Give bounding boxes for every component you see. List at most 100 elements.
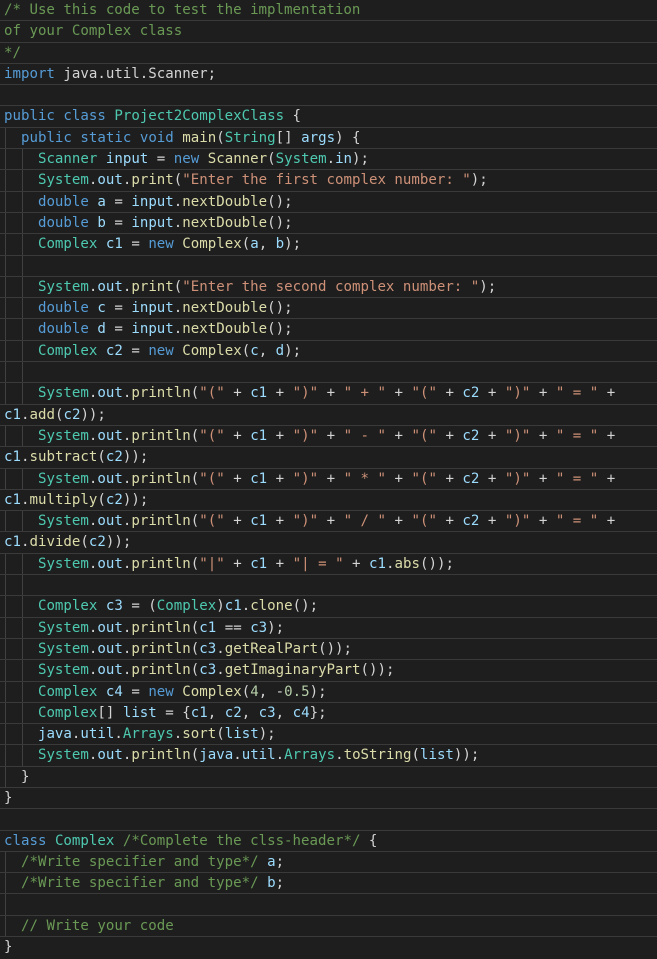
code-token-var: out bbox=[97, 513, 123, 530]
indent-guide bbox=[22, 575, 24, 596]
code-line[interactable]: import java.util.Scanner; bbox=[0, 64, 657, 86]
code-line[interactable]: System.out.println("(" + c1 + ")" + " * … bbox=[0, 468, 657, 490]
code-line[interactable]: } bbox=[0, 937, 657, 958]
code-line[interactable]: of your Complex class bbox=[0, 21, 657, 43]
code-token-func: Complex bbox=[182, 683, 242, 700]
code-line[interactable]: c1.subtract(c2)); bbox=[0, 447, 657, 469]
code-token-string: " + " bbox=[343, 385, 387, 402]
code-token-plain: . bbox=[326, 151, 336, 168]
code-token-plain: . bbox=[216, 662, 225, 679]
code-line[interactable]: System.out.println(java.util.Arrays.toSt… bbox=[0, 745, 657, 767]
code-line[interactable]: /*Write specifier and type*/ a; bbox=[0, 851, 657, 874]
indent-guide bbox=[5, 702, 6, 724]
indent-guide bbox=[22, 617, 24, 638]
code-token-type: Complex bbox=[37, 598, 98, 615]
code-token-var: c1 bbox=[199, 619, 217, 636]
code-line[interactable]: public static void main(String[] args) { bbox=[0, 127, 657, 150]
code-line[interactable]: } bbox=[0, 788, 657, 810]
code-line[interactable]: /* Use this code to test the implmentati… bbox=[0, 0, 657, 22]
code-token-var: c1 bbox=[4, 491, 21, 508]
code-token-plain: + bbox=[224, 555, 251, 572]
code-token-keyword: public bbox=[20, 129, 72, 146]
code-token-plain: , bbox=[258, 236, 276, 253]
code-line[interactable]: Complex c2 = new Complex(c, d); bbox=[0, 340, 657, 363]
code-token-type: Arrays bbox=[284, 747, 336, 764]
code-line[interactable]: double a = input.nextDouble(); bbox=[0, 191, 657, 213]
code-line[interactable]: Complex c1 = new Complex(a, b); bbox=[0, 234, 657, 256]
code-line[interactable]: double b = input.nextDouble(); bbox=[0, 212, 657, 235]
code-line[interactable]: System.out.println("(" + c1 + ")" + " / … bbox=[0, 511, 657, 533]
code-line[interactable]: class Complex /*Complete the clss-header… bbox=[0, 831, 657, 852]
code-token-var: out bbox=[97, 427, 123, 444]
code-line[interactable]: System.out.print("Enter the second compl… bbox=[0, 276, 657, 299]
code-token-plain: ( bbox=[241, 683, 251, 700]
code-token-plain: + bbox=[224, 385, 251, 402]
code-line[interactable]: System.out.println("(" + c1 + ")" + " - … bbox=[0, 425, 657, 448]
code-token-func: sort bbox=[182, 726, 217, 743]
indent-guide bbox=[22, 340, 24, 362]
code-line[interactable]: System.out.print("Enter the first comple… bbox=[0, 170, 657, 192]
code-line[interactable] bbox=[0, 362, 657, 384]
code-line[interactable]: c1.add(c2)); bbox=[0, 405, 657, 426]
code-editor[interactable]: /* Use this code to test the implmentati… bbox=[0, 0, 657, 959]
code-token-var: c bbox=[97, 300, 106, 317]
code-line[interactable]: System.out.println(c3.getImaginaryPart()… bbox=[0, 660, 657, 682]
code-line[interactable]: double c = input.nextDouble(); bbox=[0, 298, 657, 320]
code-token-plain: + bbox=[318, 427, 344, 444]
indent-guide bbox=[5, 660, 6, 681]
code-line[interactable]: // Write your code bbox=[0, 915, 657, 938]
code-line[interactable]: */ bbox=[0, 43, 657, 64]
code-token-type: Arrays bbox=[122, 726, 174, 743]
code-line[interactable] bbox=[0, 894, 657, 916]
code-line[interactable]: } bbox=[0, 766, 657, 788]
code-line[interactable] bbox=[0, 255, 657, 277]
indent-guide bbox=[5, 319, 6, 340]
code-token-var: c1 bbox=[250, 470, 268, 487]
code-line[interactable]: /*Write specifier and type*/ b; bbox=[0, 873, 657, 895]
code-line[interactable]: Complex[] list = {c1, c2, c3, c4}; bbox=[0, 702, 657, 725]
code-token-plain: + bbox=[598, 470, 616, 487]
code-token-plain: = bbox=[148, 151, 174, 168]
code-line[interactable]: java.util.Arrays.sort(list); bbox=[0, 724, 657, 746]
code-token-plain: ); bbox=[309, 683, 327, 700]
code-token-plain: ); bbox=[267, 619, 285, 636]
indent-guide bbox=[22, 660, 24, 681]
code-line[interactable]: double d = input.nextDouble(); bbox=[0, 319, 657, 341]
code-line[interactable]: c1.multiply(c2)); bbox=[0, 490, 657, 512]
code-line[interactable] bbox=[0, 85, 657, 107]
code-line[interactable]: public class Project2ComplexClass { bbox=[0, 106, 657, 128]
code-line[interactable]: System.out.println("|" + c1 + "| = " + c… bbox=[0, 553, 657, 576]
code-token-keyword: double bbox=[37, 193, 89, 210]
code-token-func: abs bbox=[394, 555, 420, 572]
code-token-func: println bbox=[131, 513, 191, 530]
code-token-plain: . bbox=[173, 321, 183, 338]
code-token-plain: + bbox=[530, 513, 556, 530]
code-token-plain: + bbox=[267, 385, 293, 402]
code-line[interactable]: Scanner input = new Scanner(System.in); bbox=[0, 149, 657, 171]
code-line[interactable]: System.out.println(c1 == c3); bbox=[0, 617, 657, 639]
code-line[interactable] bbox=[0, 809, 657, 831]
code-token-plain: ( bbox=[80, 534, 89, 551]
code-token-plain: . bbox=[386, 555, 395, 572]
code-line[interactable]: System.out.println("(" + c1 + ")" + " + … bbox=[0, 383, 657, 405]
code-line[interactable]: Complex c3 = (Complex)c1.clone(); bbox=[0, 596, 657, 618]
code-token-type: System bbox=[37, 427, 89, 444]
code-token-plain: ( bbox=[173, 278, 183, 295]
code-token-plain: , bbox=[207, 704, 225, 721]
code-line[interactable] bbox=[0, 575, 657, 597]
code-line[interactable]: System.out.println(c3.getRealPart()); bbox=[0, 638, 657, 661]
code-line[interactable]: Complex c4 = new Complex(4, -0.5); bbox=[0, 681, 657, 703]
code-token-string: " * " bbox=[343, 470, 387, 487]
code-line[interactable]: c1.divide(c2)); bbox=[0, 532, 657, 554]
